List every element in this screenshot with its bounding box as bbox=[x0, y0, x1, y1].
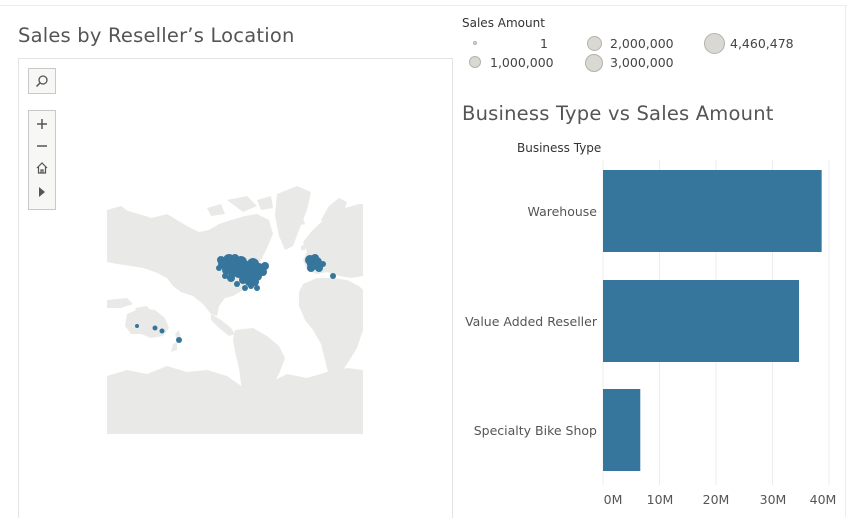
reseller-marker[interactable] bbox=[254, 285, 260, 291]
legend-circle-1 bbox=[473, 41, 477, 45]
plus-icon bbox=[37, 119, 47, 129]
right-divider bbox=[845, 5, 846, 517]
reseller-marker[interactable] bbox=[159, 328, 165, 334]
reseller-marker[interactable] bbox=[217, 256, 225, 264]
home-icon bbox=[36, 162, 48, 174]
reseller-marker[interactable] bbox=[231, 254, 239, 262]
bar-warehouse[interactable] bbox=[603, 170, 822, 252]
bar-chart[interactable] bbox=[600, 160, 840, 485]
x-tick-0: 0M bbox=[603, 492, 623, 507]
map-zoom-toolbar bbox=[28, 110, 56, 210]
bar-chart-title: Business Type vs Sales Amount bbox=[462, 102, 774, 125]
bar-axis-title: Business Type bbox=[517, 141, 602, 155]
category-label-value-added-reseller: Value Added Reseller bbox=[465, 314, 597, 329]
zoom-out-button[interactable] bbox=[29, 135, 55, 157]
x-tick-2: 20M bbox=[702, 492, 730, 507]
x-tick-3: 30M bbox=[759, 492, 787, 507]
home-button[interactable] bbox=[29, 157, 55, 179]
legend-label-2: 1,000,000 bbox=[490, 55, 554, 70]
reseller-marker[interactable] bbox=[234, 281, 240, 287]
zoom-in-button[interactable] bbox=[29, 113, 55, 135]
minus-icon bbox=[37, 145, 47, 147]
legend-title: Sales Amount bbox=[462, 16, 545, 30]
legend-label-3: 2,000,000 bbox=[610, 36, 674, 51]
reseller-marker[interactable] bbox=[307, 264, 315, 272]
category-label-warehouse: Warehouse bbox=[527, 204, 597, 219]
top-divider bbox=[0, 5, 847, 6]
search-icon bbox=[29, 70, 55, 92]
world-map[interactable] bbox=[107, 180, 363, 434]
legend-circle-4 bbox=[585, 54, 603, 72]
legend-label-1: 1 bbox=[540, 36, 548, 51]
map-title: Sales by Reseller’s Location bbox=[18, 24, 295, 47]
reseller-marker[interactable] bbox=[216, 265, 222, 271]
reseller-marker[interactable] bbox=[176, 337, 182, 343]
map-search-button[interactable] bbox=[28, 68, 56, 94]
x-tick-4: 40M bbox=[809, 492, 837, 507]
reseller-marker[interactable] bbox=[261, 262, 269, 270]
bar-value-added-reseller[interactable] bbox=[603, 280, 800, 362]
reseller-marker[interactable] bbox=[152, 325, 158, 331]
reseller-marker[interactable] bbox=[135, 324, 139, 328]
legend-circle-5 bbox=[704, 33, 725, 54]
reseller-marker[interactable] bbox=[320, 261, 326, 267]
legend-label-5: 4,460,478 bbox=[730, 36, 794, 51]
reseller-marker[interactable] bbox=[222, 273, 228, 279]
legend-circle-2 bbox=[469, 56, 481, 68]
x-tick-1: 10M bbox=[646, 492, 674, 507]
reseller-marker[interactable] bbox=[311, 254, 319, 262]
legend-label-4: 3,000,000 bbox=[610, 55, 674, 70]
play-icon bbox=[39, 187, 45, 197]
expand-button[interactable] bbox=[29, 181, 55, 203]
legend-circle-3 bbox=[587, 36, 602, 51]
reseller-marker[interactable] bbox=[330, 273, 336, 279]
reseller-marker[interactable] bbox=[242, 285, 248, 291]
category-label-specialty-bike-shop: Specialty Bike Shop bbox=[473, 423, 597, 438]
reseller-marker[interactable] bbox=[227, 274, 235, 282]
reseller-marker[interactable] bbox=[248, 283, 254, 289]
bar-specialty-bike-shop[interactable] bbox=[603, 389, 641, 471]
